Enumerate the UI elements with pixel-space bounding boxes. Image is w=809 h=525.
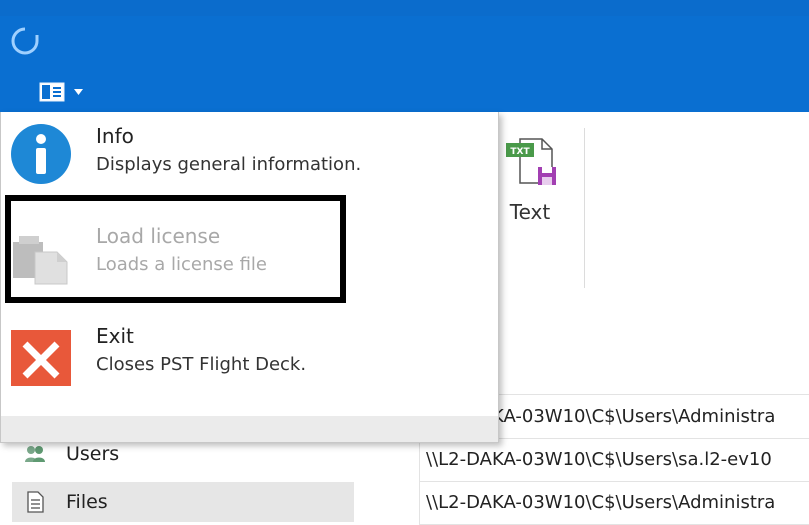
txt-icon-badge: TXT [510, 147, 530, 157]
path-cell: \\L2-DAKA-03W10\C$\Users\sa.l2-ev10 [426, 449, 772, 470]
menu-footer [1, 416, 498, 442]
files-icon [27, 491, 44, 513]
highlight-box [5, 195, 346, 303]
nav-item-label: Files [66, 491, 108, 513]
nav-item-files[interactable]: Files [12, 482, 354, 522]
table-row[interactable]: \\L2-DAKA-03W10\C$\Users\sa.l2-ev10 [419, 439, 809, 482]
menu-item-description: Displays general information. [96, 154, 362, 175]
menu-item-description: Closes PST Flight Deck. [96, 354, 307, 375]
title-bar [0, 0, 809, 112]
menu-item-info[interactable]: Info Displays general information. [1, 112, 498, 208]
app-logo-icon [11, 27, 39, 55]
users-icon [25, 446, 45, 462]
path-cell: KA-03W10\C$\Users\Administra [492, 406, 776, 427]
export-text-label: Text [509, 200, 551, 224]
exit-icon [11, 330, 71, 386]
menu-item-title: Exit [96, 324, 134, 348]
export-text-button[interactable]: TXT Text [495, 128, 565, 233]
ribbon-separator [584, 128, 585, 288]
txt-file-icon: TXT [506, 138, 556, 185]
app-menu-book-icon [39, 82, 65, 102]
nav-item-label: Users [66, 443, 120, 465]
table-row[interactable]: \\L2-DAKA-03W10\C$\Users\Administra [419, 482, 809, 525]
application-menu-button[interactable] [36, 80, 92, 106]
menu-item-exit[interactable]: Exit Closes PST Flight Deck. [1, 312, 498, 408]
info-icon [11, 124, 71, 184]
chevron-down-icon [74, 89, 83, 95]
window-top-band [0, 0, 809, 16]
menu-item-title: Info [96, 124, 134, 148]
path-cell: \\L2-DAKA-03W10\C$\Users\Administra [426, 492, 776, 513]
